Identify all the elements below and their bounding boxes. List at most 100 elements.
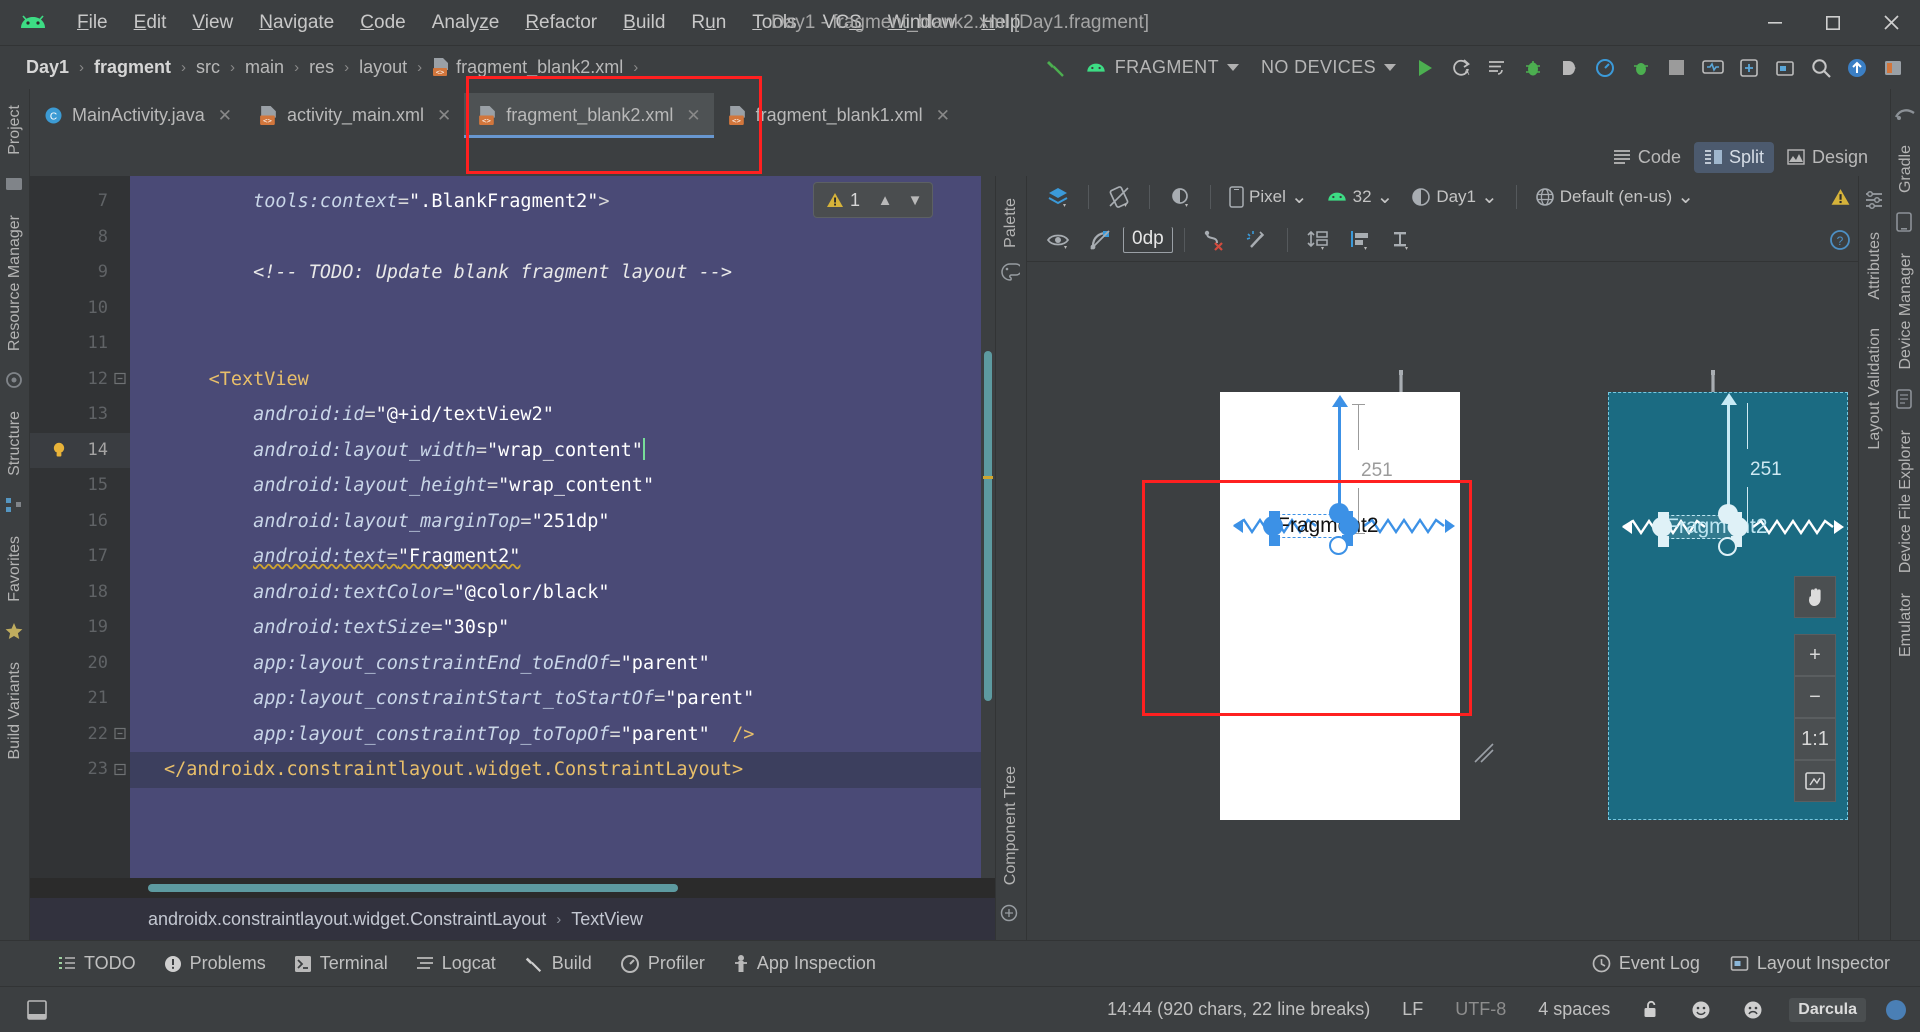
search-icon[interactable] bbox=[1804, 51, 1838, 85]
toolwindow-build[interactable]: Build bbox=[512, 949, 604, 978]
code-line[interactable]: </androidx.constraintlayout.widget.Const… bbox=[130, 752, 995, 788]
menu-vcs[interactable]: VCS bbox=[810, 8, 875, 38]
attributes-panel-icon[interactable] bbox=[1864, 190, 1886, 212]
nav-crumb-main[interactable]: main bbox=[241, 55, 288, 80]
code-line[interactable]: android:layout_width="wrap_content" bbox=[130, 433, 995, 469]
resource-icon[interactable] bbox=[4, 370, 26, 392]
editor-tab-fragment-blank2-xml[interactable]: <> fragment_blank2.xml ✕ bbox=[464, 93, 714, 138]
maximize-button[interactable] bbox=[1804, 0, 1862, 45]
sad-face-icon[interactable] bbox=[1737, 997, 1769, 1023]
toolwindow-profiler[interactable]: Profiler bbox=[608, 949, 717, 978]
component-tree-icon[interactable] bbox=[1000, 904, 1022, 926]
layout-inspector-icon[interactable] bbox=[1768, 51, 1802, 85]
minimize-button[interactable] bbox=[1746, 0, 1804, 45]
run-configuration-selector[interactable]: FRAGMENT bbox=[1075, 54, 1249, 81]
wrench-icon[interactable] bbox=[1705, 370, 1721, 393]
device-file-explorer-icon[interactable] bbox=[1895, 388, 1917, 411]
run-icon[interactable] bbox=[1408, 51, 1442, 85]
line-number[interactable]: 18 bbox=[30, 575, 156, 611]
constraint-anchor-bottom[interactable] bbox=[1329, 536, 1348, 555]
line-separator[interactable]: LF bbox=[1396, 996, 1429, 1023]
happy-face-icon[interactable] bbox=[1685, 997, 1717, 1023]
device-preview-design[interactable]: 251 Fragment2 bbox=[1220, 392, 1460, 820]
profile-icon[interactable] bbox=[1588, 51, 1622, 85]
device-dropdown[interactable]: Pixel ⌄ bbox=[1222, 183, 1315, 211]
view-mode-design[interactable]: Design bbox=[1777, 142, 1878, 173]
editor-tab-mainactivity-java[interactable]: C MainActivity.java ✕ bbox=[30, 93, 245, 138]
canvas-resize-handle[interactable] bbox=[1473, 742, 1495, 764]
breadcrumb-textview[interactable]: TextView bbox=[571, 909, 643, 930]
code-line[interactable]: android:textColor="@color/black" bbox=[130, 575, 995, 611]
line-number[interactable]: 11 bbox=[30, 326, 130, 362]
toolwindow-terminal[interactable]: Terminal bbox=[282, 949, 400, 978]
menu-view[interactable]: View bbox=[179, 8, 246, 38]
code-line[interactable] bbox=[130, 220, 995, 256]
theme-dropdown[interactable]: Day1 ⌄ bbox=[1404, 184, 1504, 210]
menu-bar[interactable]: File Edit View Navigate Code Analyze Ref… bbox=[64, 8, 1033, 38]
guidelines-button[interactable] bbox=[1383, 226, 1419, 254]
menu-edit[interactable]: Edit bbox=[121, 8, 180, 38]
sidebar-item-project[interactable]: Project bbox=[2, 95, 28, 165]
code-folding-marker[interactable] bbox=[114, 373, 127, 386]
update-icon[interactable] bbox=[1840, 51, 1874, 85]
line-number[interactable]: 21 bbox=[30, 681, 130, 717]
nav-crumb-file[interactable]: <> fragment_blank2.xml bbox=[428, 55, 627, 80]
structure-icon[interactable] bbox=[4, 495, 26, 517]
sidebar-item-device-file-explorer[interactable]: Device File Explorer bbox=[1893, 420, 1919, 583]
code-line[interactable]: android:text="Fragment2" bbox=[130, 539, 995, 575]
toolwindow-todo[interactable]: TODO bbox=[46, 949, 148, 978]
avd-manager-icon[interactable] bbox=[1696, 51, 1730, 85]
theme-indicator[interactable]: Darcula bbox=[1789, 997, 1866, 1022]
wrench-icon[interactable] bbox=[1393, 370, 1409, 393]
project-structure-icon[interactable] bbox=[1876, 51, 1910, 85]
line-number[interactable]: 15 bbox=[30, 468, 130, 504]
line-number[interactable]: 14 bbox=[30, 432, 130, 468]
code-folding-marker[interactable] bbox=[114, 728, 127, 741]
code-line[interactable]: android:id="@+id/textView2" bbox=[130, 397, 995, 433]
line-number[interactable]: 9 bbox=[30, 255, 130, 291]
visibility-toggle[interactable] bbox=[1039, 227, 1077, 253]
menu-build[interactable]: Build bbox=[610, 8, 678, 38]
apply-changes-icon[interactable] bbox=[1480, 51, 1514, 85]
code-line[interactable] bbox=[130, 291, 995, 327]
line-number[interactable]: 20 bbox=[30, 646, 130, 682]
code-line[interactable]: android:textSize="30sp" bbox=[130, 610, 995, 646]
nav-crumb-layout[interactable]: layout bbox=[355, 55, 411, 80]
toolwindow-app-inspection[interactable]: App Inspection bbox=[721, 949, 888, 978]
line-number[interactable]: 10 bbox=[30, 291, 130, 327]
line-number[interactable]: 13 bbox=[30, 397, 130, 433]
menu-analyze[interactable]: Analyze bbox=[419, 8, 513, 38]
autoconnect-toggle[interactable] bbox=[1081, 226, 1119, 254]
orientation-selector[interactable] bbox=[1100, 182, 1138, 212]
theme-color-dot[interactable] bbox=[1886, 999, 1906, 1020]
toolwindow-event-log[interactable]: Event Log bbox=[1580, 949, 1712, 978]
sdk-manager-icon[interactable] bbox=[1732, 51, 1766, 85]
editor-tab-fragment-blank1-xml[interactable]: <> fragment_blank1.xml ✕ bbox=[714, 93, 963, 138]
nav-crumb-fragment[interactable]: fragment bbox=[90, 55, 175, 80]
sidebar-item-structure[interactable]: Structure bbox=[2, 401, 28, 486]
line-number[interactable]: 17 bbox=[30, 539, 130, 575]
sidebar-item-favorites[interactable]: Favorites bbox=[2, 526, 28, 612]
menu-help[interactable]: Help bbox=[968, 8, 1033, 38]
close-icon[interactable]: ✕ bbox=[218, 106, 232, 126]
prev-problem-button[interactable]: ▲ bbox=[872, 185, 898, 215]
menu-navigate[interactable]: Navigate bbox=[246, 8, 347, 38]
line-number[interactable]: 22 bbox=[30, 717, 130, 753]
design-tab-layout-validation[interactable]: Layout Validation bbox=[1862, 318, 1888, 460]
palette-icon[interactable] bbox=[1000, 262, 1022, 284]
editor-horizontal-scrollbar[interactable] bbox=[148, 884, 678, 892]
navigation-breadcrumb[interactable]: Day1 › fragment › src › main › res › lay… bbox=[22, 55, 644, 80]
menu-refactor[interactable]: Refactor bbox=[512, 8, 610, 38]
sidebar-item-build-variants[interactable]: Build Variants bbox=[2, 652, 28, 770]
pack-button[interactable] bbox=[1299, 226, 1337, 254]
code-text-area[interactable]: tools:context=".BlankFragment2"> <!-- TO… bbox=[130, 176, 995, 878]
line-number[interactable]: 7 bbox=[30, 184, 130, 220]
code-folding-marker[interactable] bbox=[114, 763, 127, 776]
attach-debugger-icon[interactable] bbox=[1552, 51, 1586, 85]
device-manager-icon[interactable] bbox=[1895, 212, 1917, 234]
resize-handle-bl[interactable] bbox=[1269, 535, 1280, 546]
zoom-to-fit-button[interactable] bbox=[1794, 760, 1836, 802]
menu-code[interactable]: Code bbox=[347, 8, 418, 38]
design-help-button[interactable]: ? bbox=[1822, 226, 1858, 254]
menu-file[interactable]: File bbox=[64, 8, 121, 38]
